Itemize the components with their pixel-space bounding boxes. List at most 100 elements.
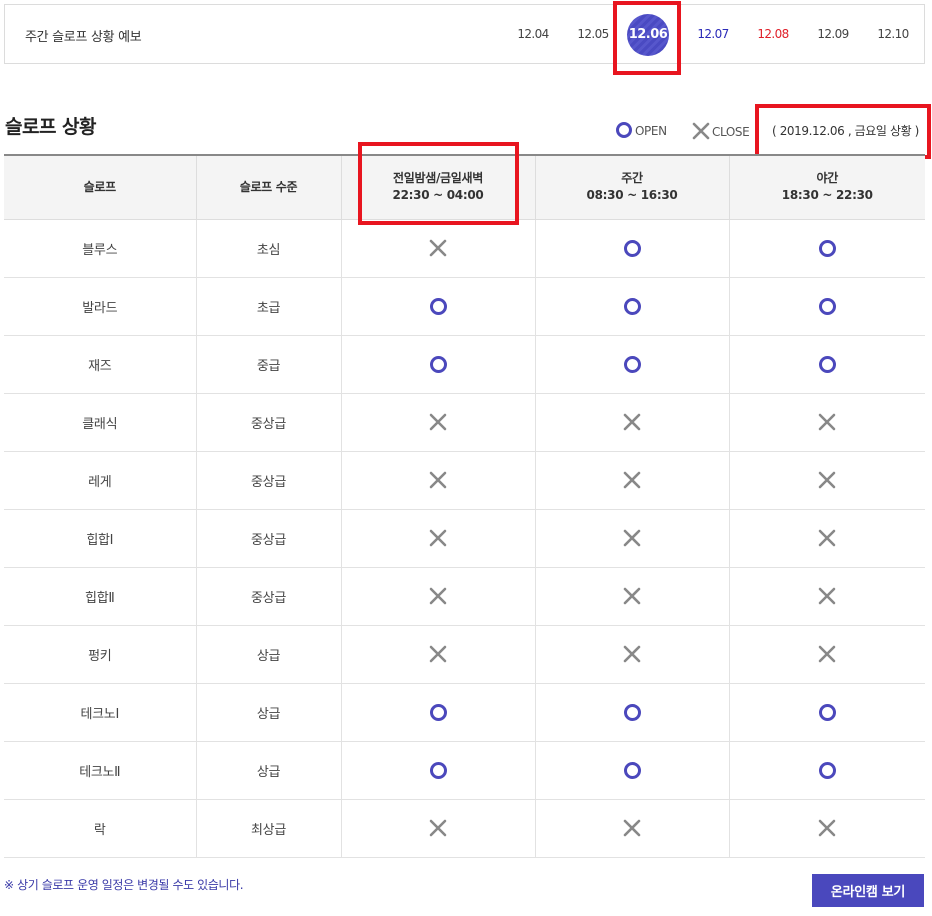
slope-name: 펑키	[4, 625, 197, 684]
close-x-icon	[818, 413, 836, 431]
slope-name: 힙합Ⅰ	[4, 509, 197, 568]
close-x-icon	[818, 529, 836, 547]
slope-status-cell	[535, 741, 730, 800]
column-header-time: 18:30 ~ 22:30	[781, 188, 873, 203]
close-x-icon	[429, 471, 447, 489]
slope-level: 중상급	[196, 567, 342, 626]
slope-status-cell	[341, 509, 536, 568]
open-circle-icon	[429, 703, 447, 721]
slope-status-cell	[535, 393, 730, 452]
slope-level: 초급	[196, 277, 342, 336]
open-circle-icon	[616, 122, 632, 138]
close-x-icon	[818, 587, 836, 605]
column-header-time: 22:30 ~ 04:00	[392, 188, 484, 203]
close-x-icon	[623, 819, 641, 837]
close-x-icon	[429, 239, 447, 257]
open-circle-icon	[623, 703, 641, 721]
slope-status-cell	[729, 625, 925, 684]
slope-status-cell	[535, 509, 730, 568]
slope-status-cell	[729, 799, 925, 858]
slope-name: 락	[4, 799, 197, 858]
column-header-4: 야간 18:30 ~ 22:30	[729, 155, 925, 220]
table-header-row: 슬로프 슬로프 수준 전일밤샘/금일새벽 22:30 ~ 04:00 주간 08:30 ~…	[4, 155, 925, 220]
slope-level: 상급	[196, 741, 342, 800]
slope-status-cell	[729, 567, 925, 626]
open-circle-icon	[818, 239, 836, 257]
slope-level: 최상급	[196, 799, 342, 858]
slope-status-cell	[535, 799, 730, 858]
forecast-date-12-04[interactable]: 12.04	[511, 5, 555, 63]
open-circle-icon	[818, 297, 836, 315]
current-date-status: ( 2019.12.06 , 금요일 상황 )	[772, 124, 919, 138]
slope-status-cell	[729, 277, 925, 336]
column-header-0: 슬로프	[4, 155, 197, 220]
online-webcam-button[interactable]: 온라인캠 보기	[812, 874, 924, 907]
close-x-icon	[429, 529, 447, 547]
legend-open: OPEN	[616, 122, 667, 138]
table-row: 클래식 중상급	[4, 393, 925, 452]
table-row: 힙합Ⅱ 중상급	[4, 567, 925, 626]
close-x-icon	[692, 122, 710, 140]
open-circle-icon	[623, 761, 641, 779]
legend-close-label: CLOSE	[712, 125, 750, 139]
slope-name: 블루스	[4, 219, 197, 278]
open-circle-icon	[818, 355, 836, 373]
slope-status-table: 슬로프 슬로프 수준 전일밤샘/금일새벽 22:30 ~ 04:00 주간 08:30 ~…	[4, 154, 925, 858]
open-circle-icon	[429, 761, 447, 779]
column-header-2: 전일밤샘/금일새벽 22:30 ~ 04:00	[341, 155, 536, 220]
slope-name: 힙합Ⅱ	[4, 567, 197, 626]
open-circle-icon	[429, 355, 447, 373]
slope-status-cell	[535, 625, 730, 684]
schedule-notice: ※ 상기 슬로프 운영 일정은 변경될 수도 있습니다.	[4, 878, 244, 892]
table-row: 발라드 초급	[4, 277, 925, 336]
forecast-date-12-05[interactable]: 12.05	[571, 5, 615, 63]
close-x-icon	[623, 645, 641, 663]
table-row: 펑키 상급	[4, 625, 925, 684]
slope-status-cell	[341, 567, 536, 626]
section-title: 슬로프 상황	[5, 116, 97, 138]
slope-name: 테크노Ⅱ	[4, 741, 197, 800]
forecast-date-12-07[interactable]: 12.07	[691, 5, 735, 63]
slope-status-cell	[729, 741, 925, 800]
close-x-icon	[429, 819, 447, 837]
legend-open-label: OPEN	[635, 124, 667, 138]
open-circle-icon	[818, 761, 836, 779]
forecast-date-12-08[interactable]: 12.08	[751, 5, 795, 63]
column-header-title: 슬로프 수준	[239, 179, 298, 194]
column-header-title: 야간	[816, 171, 839, 186]
slope-name: 클래식	[4, 393, 197, 452]
close-x-icon	[818, 645, 836, 663]
table-row: 힙합Ⅰ 중상급	[4, 509, 925, 568]
weekly-forecast-bar: 주간 슬로프 상황 예보 12.04 12.05 12.06 12.07 12.08 12…	[4, 4, 925, 64]
slope-status-cell	[535, 277, 730, 336]
column-header-3: 주간 08:30 ~ 16:30	[535, 155, 730, 220]
slope-status-cell	[341, 683, 536, 742]
close-x-icon	[623, 587, 641, 605]
table-row: 락 최상급	[4, 799, 925, 858]
forecast-date-12-09[interactable]: 12.09	[811, 5, 855, 63]
table-row: 레게 중상급	[4, 451, 925, 510]
slope-level: 초심	[196, 219, 342, 278]
slope-status-cell	[341, 335, 536, 394]
table-row: 블루스 초심	[4, 219, 925, 278]
table-row: 재즈 중급	[4, 335, 925, 394]
slope-status-cell	[729, 219, 925, 278]
slope-status-cell	[535, 219, 730, 278]
close-x-icon	[623, 471, 641, 489]
slope-status-cell	[341, 451, 536, 510]
open-circle-icon	[623, 297, 641, 315]
slope-status-cell	[535, 567, 730, 626]
slope-level: 중상급	[196, 393, 342, 452]
forecast-date-12-06[interactable]: 12.06	[627, 14, 669, 56]
column-header-title: 슬로프	[83, 179, 117, 194]
slope-name: 레게	[4, 451, 197, 510]
column-header-title: 전일밤샘/금일새벽	[392, 171, 483, 186]
slope-level: 상급	[196, 683, 342, 742]
table-body: 블루스 초심 발라드 초급 재즈 중급 클래식 중상급 레게 중상급 힙합Ⅰ 중상급 힙합Ⅱ 중상급 펑키 상…	[4, 219, 925, 858]
slope-level: 상급	[196, 625, 342, 684]
close-x-icon	[429, 587, 447, 605]
close-x-icon	[818, 819, 836, 837]
forecast-date-12-10[interactable]: 12.10	[871, 5, 915, 63]
table-row: 테크노Ⅱ 상급	[4, 741, 925, 800]
slope-status-cell	[341, 277, 536, 336]
